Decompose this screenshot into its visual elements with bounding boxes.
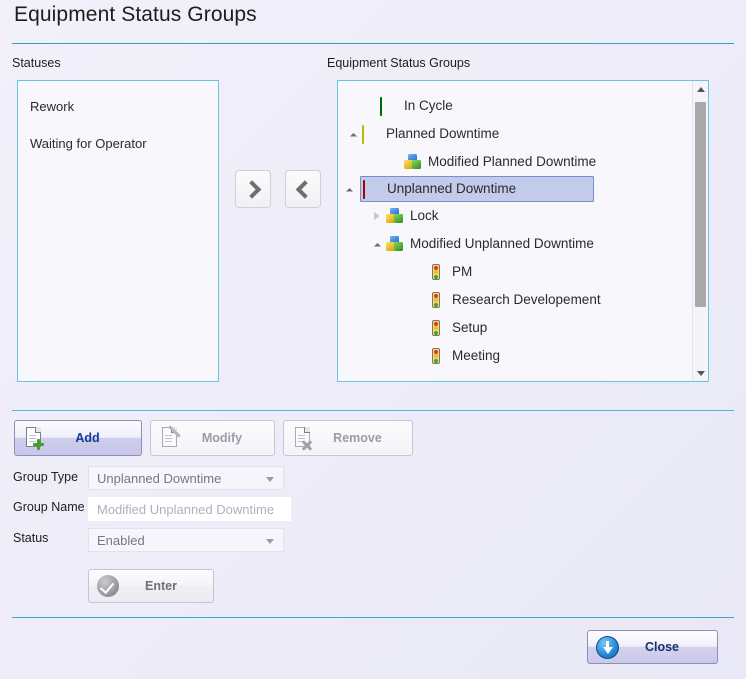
scrollbar-thumb[interactable] <box>695 102 706 307</box>
tree-item-label: Modified Unplanned Downtime <box>410 236 594 251</box>
tree-item-label: Setup <box>452 320 488 335</box>
check-circle-icon <box>97 575 119 597</box>
add-button-label: Add <box>75 431 100 445</box>
tree-item-label: Planned Downtime <box>386 126 500 141</box>
tree-row[interactable]: PM <box>338 258 692 286</box>
list-item[interactable]: Waiting for Operator <box>18 132 218 156</box>
red-swatch-icon <box>363 179 380 199</box>
list-item[interactable]: Rework <box>18 95 218 119</box>
chevron-down-icon <box>266 477 274 482</box>
green-swatch-icon <box>380 96 397 116</box>
expander-toggle[interactable] <box>344 132 362 140</box>
triangle-up-icon <box>696 86 705 92</box>
tree-root: In Cycle Planned Downtime Modified Plann… <box>338 81 692 381</box>
document-add-icon <box>22 425 48 451</box>
divider-bottom <box>12 617 734 618</box>
divider-top <box>12 43 734 44</box>
tree-row[interactable]: Research Developement <box>338 286 692 314</box>
expander-toggle[interactable] <box>368 211 386 220</box>
close-button[interactable]: Close <box>587 630 718 664</box>
chevron-down-icon <box>266 539 274 544</box>
tree-row[interactable]: Meeting <box>338 342 692 370</box>
triangle-down-icon <box>696 370 705 376</box>
statuses-panel-label: Statuses <box>12 56 61 70</box>
tree-item-label: In Cycle <box>404 98 453 113</box>
chevron-right-icon <box>242 179 261 199</box>
tree-row-selected[interactable]: Unplanned Downtime <box>345 176 594 202</box>
tree-item-label: Lock <box>410 208 439 223</box>
expander-toggle[interactable] <box>368 242 386 250</box>
tree-item-label: Research Developement <box>452 292 601 307</box>
group-type-value: Unplanned Downtime <box>97 470 222 486</box>
tree-item-label: Meeting <box>452 348 501 363</box>
traffic-light-icon <box>428 263 445 281</box>
yellow-swatch-icon <box>362 124 379 144</box>
chevron-left-icon <box>295 179 314 199</box>
divider-middle <box>12 410 734 411</box>
group-name-label: Group Name <box>13 500 85 514</box>
page-title: Equipment Status Groups <box>14 3 257 26</box>
enter-button[interactable]: Enter <box>88 569 214 603</box>
group-name-input[interactable]: Modified Unplanned Downtime <box>88 497 291 521</box>
status-select[interactable]: Enabled <box>88 528 284 552</box>
chevron-collapsed-icon <box>374 211 380 220</box>
statuses-listbox[interactable]: Rework Waiting for Operator <box>17 80 219 382</box>
group-type-label: Group Type <box>13 470 79 484</box>
cubes-icon <box>404 154 421 170</box>
traffic-light-icon <box>428 291 445 309</box>
tree-item-label: PM <box>452 264 473 279</box>
chevron-expanded-icon <box>345 187 353 195</box>
tree-row[interactable]: Planned Downtime <box>338 120 692 148</box>
remove-button[interactable]: Remove <box>283 420 413 456</box>
tree-row[interactable]: Setup <box>338 314 692 342</box>
equipment-status-groups-treeview[interactable]: In Cycle Planned Downtime Modified Plann… <box>337 80 709 382</box>
expander-toggle[interactable] <box>340 187 358 195</box>
cubes-icon <box>386 236 403 252</box>
tree-row[interactable]: In Cycle <box>338 92 692 120</box>
status-value: Enabled <box>97 532 145 548</box>
tree-item-label: Modified Planned Downtime <box>428 154 597 169</box>
move-right-button[interactable] <box>235 170 271 208</box>
chevron-expanded-icon <box>349 132 357 140</box>
cubes-icon <box>386 208 403 224</box>
tree-vertical-scrollbar[interactable] <box>692 81 708 381</box>
tree-row[interactable]: Lock <box>338 202 692 230</box>
scroll-up-button[interactable] <box>693 81 708 97</box>
traffic-light-icon <box>428 347 445 365</box>
close-button-label: Close <box>644 640 680 654</box>
down-arrow-circle-icon <box>596 635 619 659</box>
document-edit-icon <box>158 425 184 451</box>
enter-button-label: Enter <box>145 579 177 593</box>
remove-button-label: Remove <box>333 431 382 445</box>
groups-panel-label: Equipment Status Groups <box>327 56 471 70</box>
group-name-placeholder: Modified Unplanned Downtime <box>97 501 275 517</box>
move-left-button[interactable] <box>285 170 321 208</box>
tree-item-label: Unplanned Downtime <box>387 181 517 196</box>
add-button[interactable]: Add <box>14 420 142 456</box>
modify-button-label: Modify <box>201 431 243 445</box>
document-delete-icon <box>291 425 317 451</box>
traffic-light-icon <box>428 319 445 337</box>
modify-button[interactable]: Modify <box>150 420 275 456</box>
tree-row[interactable]: Modified Unplanned Downtime <box>338 230 692 258</box>
chevron-expanded-icon <box>373 242 381 250</box>
tree-row[interactable]: Modified Planned Downtime <box>338 148 692 176</box>
status-label: Status <box>13 531 49 545</box>
group-type-select[interactable]: Unplanned Downtime <box>88 466 284 490</box>
scroll-down-button[interactable] <box>693 365 708 381</box>
